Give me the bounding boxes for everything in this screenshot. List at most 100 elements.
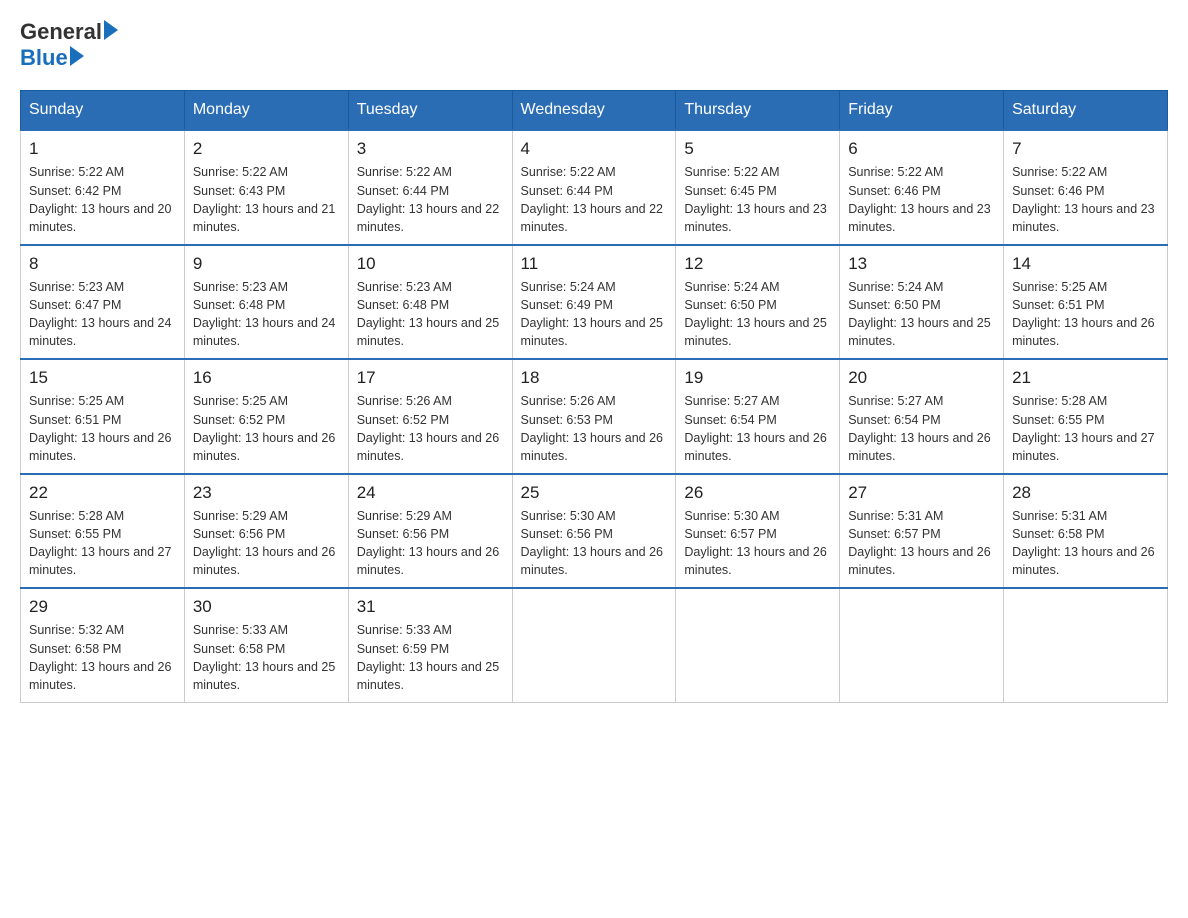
day-cell-16: 16 Sunrise: 5:25 AMSunset: 6:52 PMDaylig… [184,359,348,474]
day-info: Sunrise: 5:28 AMSunset: 6:55 PMDaylight:… [29,507,176,580]
day-info: Sunrise: 5:29 AMSunset: 6:56 PMDaylight:… [357,507,504,580]
day-cell-14: 14 Sunrise: 5:25 AMSunset: 6:51 PMDaylig… [1004,245,1168,360]
week-row-2: 8 Sunrise: 5:23 AMSunset: 6:47 PMDayligh… [21,245,1168,360]
day-info: Sunrise: 5:22 AMSunset: 6:45 PMDaylight:… [684,163,831,236]
day-number: 19 [684,368,831,388]
day-cell-25: 25 Sunrise: 5:30 AMSunset: 6:56 PMDaylig… [512,474,676,589]
header-wednesday: Wednesday [512,91,676,131]
day-info: Sunrise: 5:23 AMSunset: 6:48 PMDaylight:… [193,278,340,351]
header-row: SundayMondayTuesdayWednesdayThursdayFrid… [21,91,1168,131]
day-info: Sunrise: 5:26 AMSunset: 6:53 PMDaylight:… [521,392,668,465]
day-cell-19: 19 Sunrise: 5:27 AMSunset: 6:54 PMDaylig… [676,359,840,474]
day-number: 23 [193,483,340,503]
day-info: Sunrise: 5:29 AMSunset: 6:56 PMDaylight:… [193,507,340,580]
day-number: 16 [193,368,340,388]
day-cell-7: 7 Sunrise: 5:22 AMSunset: 6:46 PMDayligh… [1004,130,1168,245]
week-row-1: 1 Sunrise: 5:22 AMSunset: 6:42 PMDayligh… [21,130,1168,245]
day-info: Sunrise: 5:32 AMSunset: 6:58 PMDaylight:… [29,621,176,694]
week-row-5: 29 Sunrise: 5:32 AMSunset: 6:58 PMDaylig… [21,588,1168,702]
day-info: Sunrise: 5:25 AMSunset: 6:51 PMDaylight:… [29,392,176,465]
logo: General Blue [20,20,118,70]
day-cell-15: 15 Sunrise: 5:25 AMSunset: 6:51 PMDaylig… [21,359,185,474]
day-number: 14 [1012,254,1159,274]
day-info: Sunrise: 5:22 AMSunset: 6:44 PMDaylight:… [357,163,504,236]
day-cell-29: 29 Sunrise: 5:32 AMSunset: 6:58 PMDaylig… [21,588,185,702]
empty-cell [1004,588,1168,702]
logo-text-blue: Blue [20,46,68,70]
day-cell-10: 10 Sunrise: 5:23 AMSunset: 6:48 PMDaylig… [348,245,512,360]
day-info: Sunrise: 5:25 AMSunset: 6:52 PMDaylight:… [193,392,340,465]
empty-cell [840,588,1004,702]
day-info: Sunrise: 5:26 AMSunset: 6:52 PMDaylight:… [357,392,504,465]
day-cell-3: 3 Sunrise: 5:22 AMSunset: 6:44 PMDayligh… [348,130,512,245]
header-thursday: Thursday [676,91,840,131]
day-info: Sunrise: 5:22 AMSunset: 6:42 PMDaylight:… [29,163,176,236]
day-cell-5: 5 Sunrise: 5:22 AMSunset: 6:45 PMDayligh… [676,130,840,245]
day-cell-1: 1 Sunrise: 5:22 AMSunset: 6:42 PMDayligh… [21,130,185,245]
header-saturday: Saturday [1004,91,1168,131]
day-number: 31 [357,597,504,617]
day-cell-8: 8 Sunrise: 5:23 AMSunset: 6:47 PMDayligh… [21,245,185,360]
day-number: 4 [521,139,668,159]
week-row-4: 22 Sunrise: 5:28 AMSunset: 6:55 PMDaylig… [21,474,1168,589]
day-cell-22: 22 Sunrise: 5:28 AMSunset: 6:55 PMDaylig… [21,474,185,589]
day-number: 12 [684,254,831,274]
day-cell-12: 12 Sunrise: 5:24 AMSunset: 6:50 PMDaylig… [676,245,840,360]
day-cell-27: 27 Sunrise: 5:31 AMSunset: 6:57 PMDaylig… [840,474,1004,589]
day-cell-28: 28 Sunrise: 5:31 AMSunset: 6:58 PMDaylig… [1004,474,1168,589]
day-number: 10 [357,254,504,274]
page-header: General Blue [20,20,1168,70]
calendar-table: SundayMondayTuesdayWednesdayThursdayFrid… [20,90,1168,703]
day-info: Sunrise: 5:24 AMSunset: 6:50 PMDaylight:… [848,278,995,351]
day-number: 20 [848,368,995,388]
day-info: Sunrise: 5:27 AMSunset: 6:54 PMDaylight:… [848,392,995,465]
day-number: 3 [357,139,504,159]
day-number: 29 [29,597,176,617]
day-info: Sunrise: 5:25 AMSunset: 6:51 PMDaylight:… [1012,278,1159,351]
day-info: Sunrise: 5:27 AMSunset: 6:54 PMDaylight:… [684,392,831,465]
day-number: 28 [1012,483,1159,503]
day-number: 30 [193,597,340,617]
empty-cell [676,588,840,702]
week-row-3: 15 Sunrise: 5:25 AMSunset: 6:51 PMDaylig… [21,359,1168,474]
day-number: 17 [357,368,504,388]
day-number: 25 [521,483,668,503]
day-cell-4: 4 Sunrise: 5:22 AMSunset: 6:44 PMDayligh… [512,130,676,245]
day-info: Sunrise: 5:23 AMSunset: 6:47 PMDaylight:… [29,278,176,351]
day-cell-13: 13 Sunrise: 5:24 AMSunset: 6:50 PMDaylig… [840,245,1004,360]
logo-triangle-icon2 [70,46,84,66]
day-number: 26 [684,483,831,503]
day-cell-31: 31 Sunrise: 5:33 AMSunset: 6:59 PMDaylig… [348,588,512,702]
day-info: Sunrise: 5:33 AMSunset: 6:58 PMDaylight:… [193,621,340,694]
day-info: Sunrise: 5:22 AMSunset: 6:44 PMDaylight:… [521,163,668,236]
day-number: 6 [848,139,995,159]
day-info: Sunrise: 5:31 AMSunset: 6:57 PMDaylight:… [848,507,995,580]
day-cell-21: 21 Sunrise: 5:28 AMSunset: 6:55 PMDaylig… [1004,359,1168,474]
day-number: 24 [357,483,504,503]
day-number: 22 [29,483,176,503]
day-cell-24: 24 Sunrise: 5:29 AMSunset: 6:56 PMDaylig… [348,474,512,589]
day-number: 18 [521,368,668,388]
day-number: 21 [1012,368,1159,388]
day-info: Sunrise: 5:24 AMSunset: 6:50 PMDaylight:… [684,278,831,351]
day-cell-17: 17 Sunrise: 5:26 AMSunset: 6:52 PMDaylig… [348,359,512,474]
day-number: 7 [1012,139,1159,159]
calendar-header: SundayMondayTuesdayWednesdayThursdayFrid… [21,91,1168,131]
day-info: Sunrise: 5:30 AMSunset: 6:56 PMDaylight:… [521,507,668,580]
empty-cell [512,588,676,702]
day-number: 13 [848,254,995,274]
day-number: 8 [29,254,176,274]
day-info: Sunrise: 5:22 AMSunset: 6:46 PMDaylight:… [1012,163,1159,236]
day-info: Sunrise: 5:23 AMSunset: 6:48 PMDaylight:… [357,278,504,351]
day-number: 15 [29,368,176,388]
day-info: Sunrise: 5:28 AMSunset: 6:55 PMDaylight:… [1012,392,1159,465]
day-number: 9 [193,254,340,274]
day-cell-6: 6 Sunrise: 5:22 AMSunset: 6:46 PMDayligh… [840,130,1004,245]
day-info: Sunrise: 5:22 AMSunset: 6:46 PMDaylight:… [848,163,995,236]
day-number: 5 [684,139,831,159]
header-friday: Friday [840,91,1004,131]
day-cell-23: 23 Sunrise: 5:29 AMSunset: 6:56 PMDaylig… [184,474,348,589]
day-cell-18: 18 Sunrise: 5:26 AMSunset: 6:53 PMDaylig… [512,359,676,474]
day-info: Sunrise: 5:30 AMSunset: 6:57 PMDaylight:… [684,507,831,580]
day-number: 11 [521,254,668,274]
